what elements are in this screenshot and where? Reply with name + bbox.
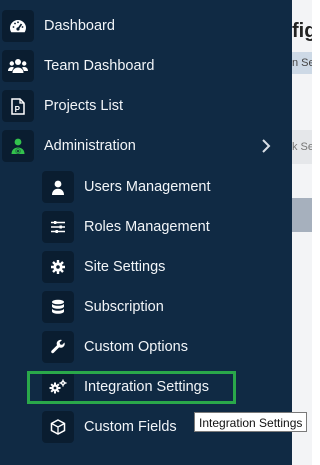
sidebar-item-label: Dashboard [44,18,115,34]
sidebar-item-roles-management[interactable]: Roles Management [0,207,292,247]
sidebar-item-label: Roles Management [84,219,210,235]
project-file-icon: P [2,90,34,122]
sidebar-item-label: Projects List [44,98,123,114]
sidebar-item-projects-list[interactable]: P Projects List [0,86,292,126]
background-table-header [292,198,312,232]
sidebar-item-custom-options[interactable]: Custom Options [0,327,292,367]
svg-text:P: P [15,105,21,114]
sidebar-item-label: Subscription [84,299,164,315]
background-tab-strip: n Se [292,52,312,74]
background-page-title: figu [292,20,312,42]
sliders-icon [42,211,74,243]
gear-icon [42,251,74,283]
user-icon [42,171,74,203]
cube-icon [42,411,74,443]
sidebar-item-label: Administration [44,138,136,154]
sidebar-item-subscription[interactable]: Subscription [0,287,292,327]
background-search-input[interactable]: k Se [292,130,312,164]
sidebar-item-administration[interactable]: Administration [0,126,292,166]
users-group-icon [2,50,34,82]
sidebar-item-users-management[interactable]: Users Management [0,167,292,207]
chevron-right-icon[interactable] [259,138,273,154]
database-icon [42,291,74,323]
sidebar-item-label: Custom Options [84,339,188,355]
sidebar-item-team-dashboard[interactable]: Team Dashboard [0,46,292,86]
highlight-outline [27,371,236,404]
wrench-icon [42,331,74,363]
speedometer-icon [2,10,34,42]
sidebar-item-label: Custom Fields [84,419,177,435]
sidebar-item-site-settings[interactable]: Site Settings [0,247,292,287]
sidebar-item-dashboard[interactable]: Dashboard [0,6,292,46]
admin-user-cog-icon [2,130,34,162]
sidebar-item-label: Users Management [84,179,211,195]
sidebar-item-label: Site Settings [84,259,166,275]
tooltip: Integration Settings [194,412,308,432]
sidebar-item-label: Team Dashboard [44,58,155,74]
